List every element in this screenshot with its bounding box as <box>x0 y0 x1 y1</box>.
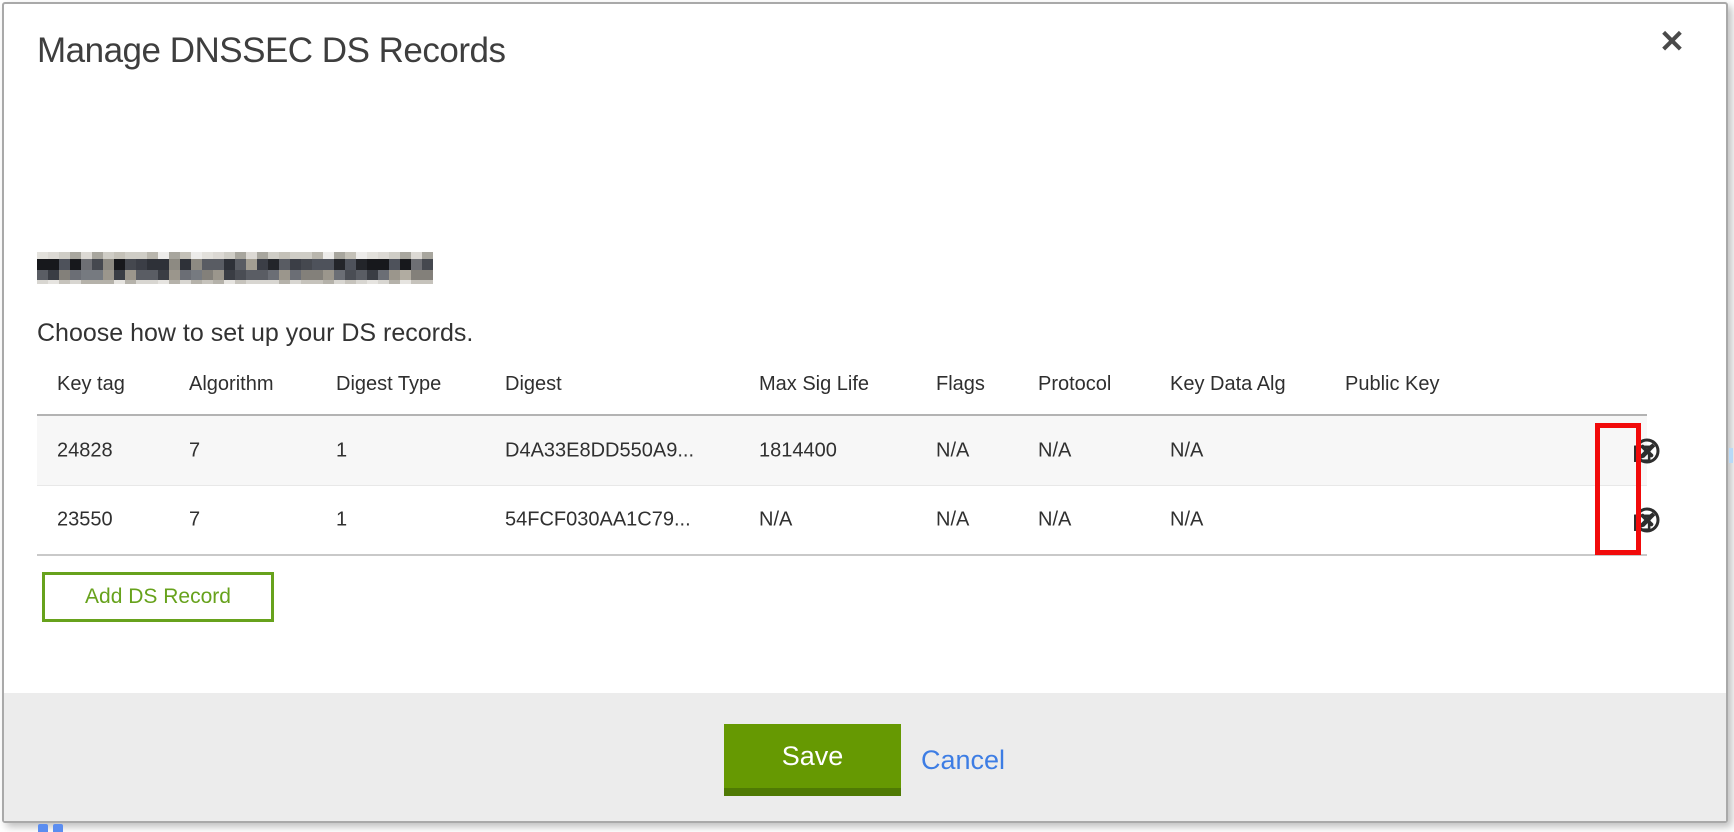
dnssec-ds-records-modal: ✕ Manage DNSSEC DS Records Choose how to… <box>2 2 1728 823</box>
instruction-text: Choose how to set up your DS records. <box>37 319 473 348</box>
cell-digest-type: 1 <box>336 439 347 462</box>
add-ds-record-button[interactable]: Add DS Record <box>42 572 274 622</box>
column-header-digest-type: Digest Type <box>336 373 441 396</box>
cell-protocol: N/A <box>1038 509 1071 532</box>
cancel-link[interactable]: Cancel <box>921 745 1005 776</box>
redacted-domain-name <box>37 252 433 284</box>
cell-key-data-alg: N/A <box>1170 439 1203 462</box>
cell-protocol: N/A <box>1038 439 1071 462</box>
page-background: ✕ Manage DNSSEC DS Records Choose how to… <box>0 0 1734 830</box>
delete-icon[interactable] <box>1633 437 1661 465</box>
column-header-protocol: Protocol <box>1038 373 1111 396</box>
cell-max-sig-life: 1814400 <box>759 439 837 462</box>
column-header-max-sig-life: Max Sig Life <box>759 373 869 396</box>
cell-max-sig-life: N/A <box>759 509 792 532</box>
column-header-digest: Digest <box>505 373 562 396</box>
cell-digest: D4A33E8DD550A9... <box>505 439 694 462</box>
cell-algorithm: 7 <box>189 509 200 532</box>
column-header-algorithm: Algorithm <box>189 373 273 396</box>
table-header-row: Key tag Algorithm Digest Type Digest Max… <box>37 372 1647 416</box>
cell-digest: 54FCF030AA1C79... <box>505 509 691 532</box>
cell-flags: N/A <box>936 439 969 462</box>
ds-records-table: Key tag Algorithm Digest Type Digest Max… <box>37 372 1647 556</box>
modal-title: Manage DNSSEC DS Records <box>37 31 505 71</box>
background-page-artifact <box>38 824 63 832</box>
close-icon[interactable]: ✕ <box>1652 22 1692 62</box>
column-header-public-key: Public Key <box>1345 373 1440 396</box>
cell-digest-type: 1 <box>336 509 347 532</box>
table-row: 23550 7 1 54FCF030AA1C79... N/A N/A N/A … <box>37 486 1647 556</box>
column-header-key-data-alg: Key Data Alg <box>1170 373 1286 396</box>
column-header-key-tag: Key tag <box>57 373 125 396</box>
cell-key-tag: 24828 <box>57 439 113 462</box>
cell-algorithm: 7 <box>189 439 200 462</box>
modal-footer: Save Cancel <box>4 693 1726 821</box>
cell-key-tag: 23550 <box>57 509 113 532</box>
cell-key-data-alg: N/A <box>1170 509 1203 532</box>
table-row: 24828 7 1 D4A33E8DD550A9... 1814400 N/A … <box>37 416 1647 486</box>
background-page-artifact <box>1729 448 1733 463</box>
cell-flags: N/A <box>936 509 969 532</box>
column-header-flags: Flags <box>936 373 985 396</box>
delete-icon[interactable] <box>1633 506 1661 534</box>
save-button[interactable]: Save <box>724 724 901 796</box>
